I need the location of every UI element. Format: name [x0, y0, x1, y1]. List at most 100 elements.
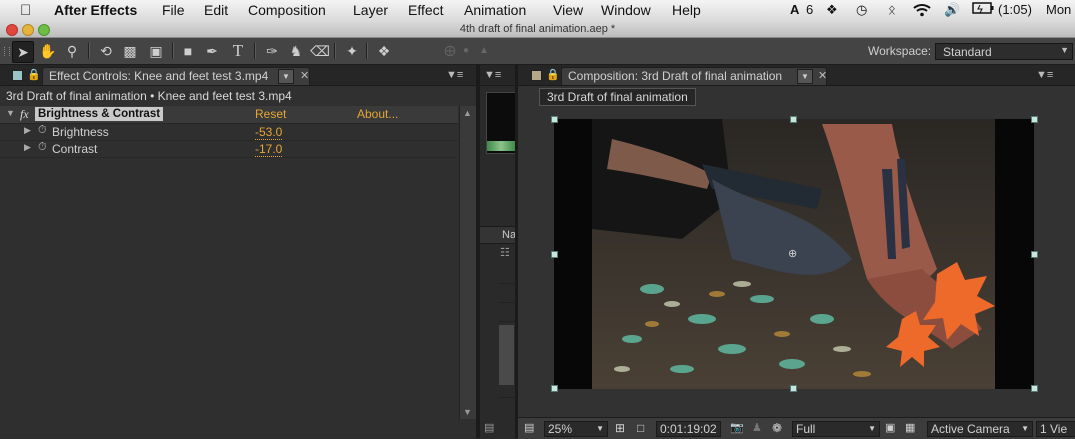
comp-viewer-frame[interactable]: ⊕	[554, 119, 1034, 389]
view-axis-icon[interactable]: ▲	[474, 41, 494, 61]
chevron-down-icon: ▼	[868, 424, 876, 433]
resolution-dropdown[interactable]: Full ▼	[792, 421, 880, 437]
reset-link[interactable]: Reset	[255, 107, 286, 121]
region-of-interest-icon[interactable]: ▣	[885, 421, 895, 435]
project-column-header[interactable]: Na	[480, 226, 516, 244]
camera-dropdown[interactable]: Active Camera ▼	[927, 421, 1033, 437]
rectangle-tool-icon[interactable]: ■	[178, 41, 198, 61]
apple-menu-icon[interactable]: 	[20, 2, 31, 19]
transform-handle[interactable]	[1031, 116, 1038, 123]
composition-item-icon[interactable]: ☷	[500, 246, 510, 259]
transform-handle[interactable]	[551, 385, 558, 392]
current-time-display[interactable]: 0:01:19:02	[656, 421, 721, 437]
always-preview-icon[interactable]: ▤	[524, 421, 534, 435]
tab-effect-controls[interactable]: Effect Controls: Knee and feet test 3.mp…	[42, 67, 310, 85]
scroll-up-icon[interactable]: ▲	[463, 108, 472, 118]
bluetooth-icon[interactable]: ᛟ	[888, 2, 896, 17]
property-row[interactable]: ▶ ⏱ Contrast -17.0	[0, 140, 458, 158]
triangle-collapsed-icon[interactable]: ▶	[24, 142, 31, 153]
anchor-point-icon[interactable]: ⊕	[788, 247, 797, 260]
magnification-dropdown[interactable]: 25% ▼	[544, 421, 608, 437]
comp-name-badge[interactable]: 3rd Draft of final animation	[539, 88, 696, 106]
close-icon[interactable]: ✕	[818, 69, 827, 82]
transform-handle[interactable]	[790, 116, 797, 123]
menu-help[interactable]: Help	[672, 2, 701, 18]
about-link[interactable]: About...	[357, 107, 398, 121]
triangle-collapsed-icon[interactable]: ▶	[24, 125, 31, 136]
interpret-footage-icon[interactable]: ▤	[484, 421, 494, 434]
transform-handle[interactable]	[1031, 251, 1038, 258]
lock-icon[interactable]: 🔒	[546, 68, 560, 81]
chevron-down-icon: ▼	[1021, 424, 1029, 433]
stopwatch-icon[interactable]: ⏱	[38, 124, 47, 137]
clone-stamp-tool-icon[interactable]: ♞	[286, 41, 306, 61]
menu-composition[interactable]: Composition	[248, 2, 326, 18]
contrast-value[interactable]: -17.0	[255, 142, 283, 157]
mask-visibility-icon[interactable]: □	[637, 421, 644, 435]
property-row[interactable]: ▶ ⏱ Brightness -53.0	[0, 123, 458, 141]
eraser-tool-icon[interactable]: ⌫	[310, 41, 330, 61]
pan-behind-tool-icon[interactable]: ▣	[146, 41, 166, 61]
vertical-scrollbar[interactable]: ▲ ▼	[459, 106, 476, 419]
chevron-down-icon[interactable]: ▼	[797, 69, 813, 84]
wifi-icon[interactable]	[912, 2, 932, 20]
lock-icon[interactable]: 🔒	[27, 68, 41, 81]
project-scroll-thumb[interactable]	[499, 325, 514, 385]
scroll-down-icon[interactable]: ▼	[463, 407, 472, 417]
show-snapshot-icon[interactable]: ♟	[752, 421, 762, 435]
menu-layer[interactable]: Layer	[353, 2, 388, 18]
transform-handle[interactable]	[551, 116, 558, 123]
pen-tool-icon[interactable]: ✒	[202, 41, 222, 61]
menu-view[interactable]: View	[553, 2, 583, 18]
world-axis-icon[interactable]: ●	[456, 41, 476, 61]
workspace-dropdown[interactable]: Standard ▼	[935, 43, 1073, 60]
brush-tool-icon[interactable]: ✑	[262, 41, 282, 61]
fx-toggle-icon[interactable]: fx	[20, 107, 29, 122]
transform-handle[interactable]	[1031, 385, 1038, 392]
puppet-pin-tool-icon[interactable]: ❖	[374, 41, 394, 61]
roto-brush-tool-icon[interactable]: ✦	[342, 41, 362, 61]
panel-menu-icon[interactable]: ▼≡	[446, 69, 463, 81]
effect-name[interactable]: Brightness & Contrast	[35, 107, 164, 121]
transform-handle[interactable]	[551, 251, 558, 258]
menu-edit[interactable]: Edit	[204, 2, 228, 18]
menu-effect[interactable]: Effect	[408, 2, 444, 18]
toolbar-separator	[366, 43, 368, 59]
project-thumbnail	[486, 92, 516, 154]
chevron-down-icon[interactable]: ▼	[278, 69, 294, 84]
panel-menu-icon[interactable]: ▼≡	[484, 69, 501, 81]
stopwatch-icon[interactable]: ⏱	[38, 141, 47, 154]
breadcrumb-bar: 3rd Draft of final animation • Knee and …	[0, 86, 476, 105]
triangle-expanded-icon[interactable]: ▼	[6, 108, 15, 118]
clock[interactable]: Mon	[1046, 2, 1071, 17]
transform-handle[interactable]	[790, 385, 797, 392]
zoom-value: 25%	[548, 422, 573, 436]
toolbar-separator	[172, 43, 174, 59]
close-icon[interactable]: ✕	[300, 69, 309, 82]
transparency-grid-icon[interactable]: ▦	[905, 421, 915, 435]
zoom-tool-icon[interactable]: ⚲	[62, 41, 82, 61]
effect-row[interactable]: ▼ fx Brightness & Contrast Reset About..…	[0, 106, 458, 124]
menu-window[interactable]: Window	[601, 2, 651, 18]
safe-margins-icon[interactable]: ⊞	[615, 421, 625, 435]
view-layout-dropdown[interactable]: 1 Vie	[1036, 421, 1075, 437]
volume-icon[interactable]: 🔊	[944, 2, 960, 18]
type-tool-icon[interactable]: T	[228, 41, 248, 61]
tab-composition[interactable]: Composition: 3rd Draft of final animatio…	[561, 67, 827, 85]
app-menu[interactable]: After Effects	[54, 2, 137, 18]
menu-file[interactable]: File	[162, 2, 185, 18]
rotation-tool-icon[interactable]: ⟲	[96, 41, 116, 61]
brightness-value[interactable]: -53.0	[255, 125, 283, 140]
grip-icon[interactable]	[4, 47, 10, 56]
time-machine-icon[interactable]: ◷	[856, 2, 867, 18]
menu-animation[interactable]: Animation	[464, 2, 526, 18]
color-channels-icon[interactable]: ❁	[772, 421, 782, 435]
snapshot-camera-icon[interactable]: 📷	[730, 421, 744, 435]
battery-icon[interactable]	[972, 2, 994, 17]
hand-tool-icon[interactable]: ✋	[38, 41, 58, 61]
adobe-icon[interactable]: A	[790, 2, 799, 17]
selection-tool-icon[interactable]: ➤	[12, 41, 34, 63]
camera-tool-icon[interactable]: ▩	[120, 41, 140, 61]
panel-menu-icon[interactable]: ▼≡	[1036, 69, 1053, 81]
dropbox-icon[interactable]: ❖	[826, 2, 838, 18]
